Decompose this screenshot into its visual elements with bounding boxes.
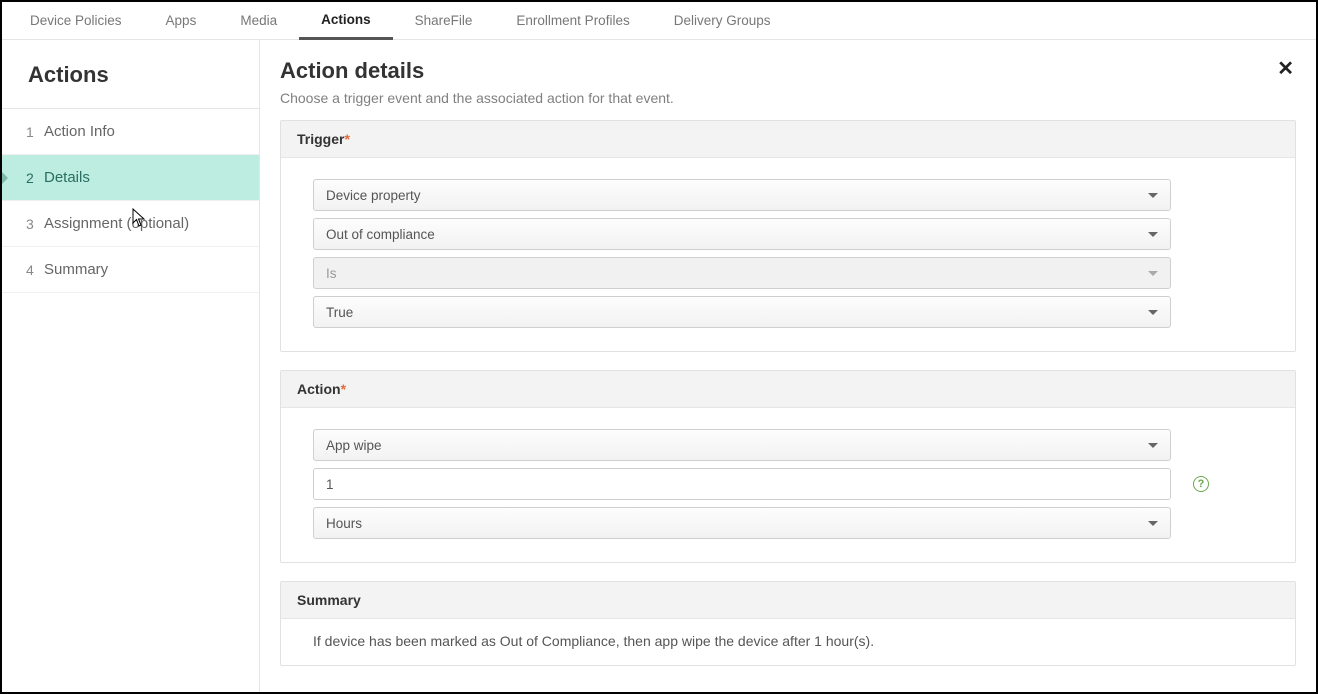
- help-icon[interactable]: [1193, 476, 1209, 492]
- tab-apps[interactable]: Apps: [144, 2, 219, 40]
- required-asterisk: *: [344, 131, 349, 147]
- page-title-row: Action details ✕: [280, 58, 1296, 84]
- page-subtitle: Choose a trigger event and the associate…: [280, 90, 1296, 106]
- trigger-value-select[interactable]: True: [313, 296, 1171, 328]
- trigger-type-value: Device property: [326, 188, 421, 203]
- close-button[interactable]: ✕: [1277, 58, 1294, 80]
- step-label: Action Info: [44, 123, 115, 140]
- tab-delivery-groups[interactable]: Delivery Groups: [652, 2, 793, 40]
- step-label: Details: [44, 169, 90, 186]
- action-delay-unit-value: Hours: [326, 516, 362, 531]
- step-number: 1: [26, 124, 44, 140]
- step-label: Assignment (optional): [44, 215, 189, 232]
- action-panel: Action* App wipe Hours: [280, 370, 1296, 563]
- trigger-value-value: True: [326, 305, 353, 320]
- chevron-down-icon: [1148, 521, 1158, 526]
- chevron-down-icon: [1148, 193, 1158, 198]
- trigger-operator-select[interactable]: Is: [313, 257, 1171, 289]
- trigger-heading-text: Trigger: [297, 131, 344, 147]
- main-area: Action details ✕ Choose a trigger event …: [260, 40, 1316, 692]
- step-label: Summary: [44, 261, 108, 278]
- step-details[interactable]: 2 Details: [2, 155, 259, 201]
- tab-media[interactable]: Media: [218, 2, 299, 40]
- tab-device-policies[interactable]: Device Policies: [8, 2, 144, 40]
- trigger-header: Trigger*: [281, 121, 1295, 158]
- tab-sharefile[interactable]: ShareFile: [393, 2, 495, 40]
- step-number: 2: [26, 170, 44, 186]
- sidebar-title: Actions: [2, 40, 259, 109]
- chevron-down-icon: [1148, 310, 1158, 315]
- step-number: 3: [26, 216, 44, 232]
- step-summary[interactable]: 4 Summary: [2, 247, 259, 293]
- trigger-property-value: Out of compliance: [326, 227, 435, 242]
- tab-enrollment-profiles[interactable]: Enrollment Profiles: [494, 2, 651, 40]
- chevron-down-icon: [1148, 443, 1158, 448]
- action-delay-input[interactable]: [313, 468, 1171, 500]
- trigger-type-select[interactable]: Device property: [313, 179, 1171, 211]
- summary-text: If device has been marked as Out of Comp…: [313, 633, 1263, 649]
- action-type-value: App wipe: [326, 438, 382, 453]
- summary-panel: Summary If device has been marked as Out…: [280, 581, 1296, 666]
- required-asterisk: *: [341, 381, 346, 397]
- step-number: 4: [26, 262, 44, 278]
- action-body: App wipe Hours: [281, 408, 1295, 562]
- step-action-info[interactable]: 1 Action Info: [2, 109, 259, 155]
- page-title: Action details: [280, 58, 424, 84]
- summary-body: If device has been marked as Out of Comp…: [281, 619, 1295, 665]
- content: Actions 1 Action Info 2 Details 3 Assign…: [2, 40, 1316, 692]
- tab-actions[interactable]: Actions: [299, 2, 393, 40]
- trigger-panel: Trigger* Device property Out of complian…: [280, 120, 1296, 352]
- action-header: Action*: [281, 371, 1295, 408]
- wizard-steps: 1 Action Info 2 Details 3 Assignment (op…: [2, 109, 259, 293]
- chevron-down-icon: [1148, 232, 1158, 237]
- trigger-property-select[interactable]: Out of compliance: [313, 218, 1171, 250]
- trigger-body: Device property Out of compliance Is Tru…: [281, 158, 1295, 351]
- action-delay-unit-select[interactable]: Hours: [313, 507, 1171, 539]
- top-nav: Device Policies Apps Media Actions Share…: [2, 2, 1316, 40]
- trigger-operator-value: Is: [326, 266, 337, 281]
- step-assignment[interactable]: 3 Assignment (optional): [2, 201, 259, 247]
- chevron-down-icon: [1148, 271, 1158, 276]
- sidebar: Actions 1 Action Info 2 Details 3 Assign…: [2, 40, 260, 692]
- action-type-select[interactable]: App wipe: [313, 429, 1171, 461]
- summary-heading-text: Summary: [297, 592, 361, 608]
- summary-header: Summary: [281, 582, 1295, 619]
- action-heading-text: Action: [297, 381, 341, 397]
